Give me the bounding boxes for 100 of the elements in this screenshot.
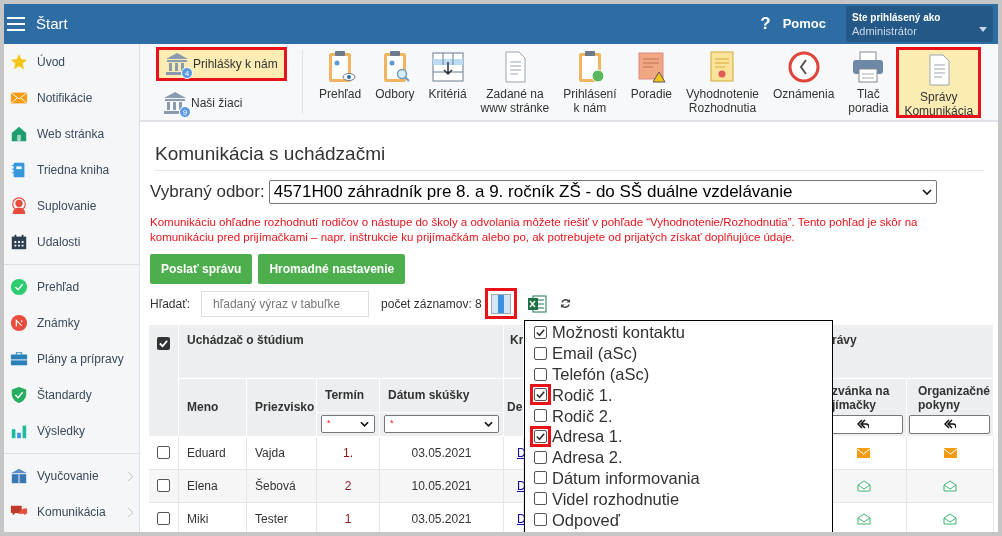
menu-icon[interactable] [7,17,25,31]
user-caption: Ste prihlásený ako [852,10,942,24]
sidebar-item[interactable]: Komunikácia [4,494,139,530]
spreadsheet-icon[interactable] [526,293,547,314]
person-icon [10,197,28,215]
field-label: Vybraný odbor: [150,181,265,203]
table-cell-text: 1. [343,444,353,462]
checkbox[interactable] [534,325,547,339]
sidebar-item[interactable]: Triedna kniha [4,152,139,188]
table-cell-text: Elena [187,477,218,495]
menu-item[interactable]: Adresa 2. [534,446,832,468]
column-group-header: Uchádzač o štúdium [187,332,304,347]
sidebar-item[interactable]: Výsledky [4,413,139,449]
sidebar-item[interactable]: Prehľad [4,269,139,305]
reply-all-icon [943,419,956,429]
calendar-icon [10,233,28,251]
toolbar-button[interactable]: Tlač poradia [842,44,895,120]
toolbar-button[interactable]: Poradie [624,44,678,120]
caret-icon [979,26,987,32]
help-link[interactable]: Pomoc [782,14,826,34]
notice-text: Komunikáciu ohľadne rozhodnutí rodičov o nástupe do školy a odvolania môžete riešiť v pohľade “Vyhodnotenie/Rozhodnutia”. Tento pohľad je skôr na komunikáciu pred prijímačkami – napr. inštrukcie ku prijímačkám alebo po, ak potrebujete od prijatých získať doplňujúce údaje. [150,214,919,245]
checkbox[interactable] [534,409,547,423]
select-all-checkbox[interactable] [157,336,170,350]
column-header: De [507,399,523,416]
check-circle-icon [10,278,28,296]
table-cell-text: 03.05.2021 [411,444,472,462]
checkbox[interactable] [534,388,547,402]
help-icon: ? [760,11,771,37]
column-group-header: rávy [832,332,857,347]
checkbox[interactable] [534,346,547,360]
table-cell-text: Šebová [255,477,296,495]
checkbox[interactable] [534,367,547,381]
checkbox[interactable] [534,492,547,506]
column-header: Dátum skúšky [388,387,470,404]
chevron-icon [128,471,133,481]
chevron-down-icon [360,421,369,427]
refresh-icon[interactable] [559,298,571,309]
toolbar-button[interactable]: Správy Komunikácia [896,47,982,118]
checkbox[interactable] [157,479,170,492]
toolbar-button[interactable]: Vyhodnotenie Rozhodnutia [680,44,765,120]
columns-button[interactable] [484,288,517,319]
filter-select[interactable]: * [384,415,499,433]
reply-all-icon [857,419,869,429]
sidebar-item[interactable]: Udalosti [4,224,139,260]
toolbar-button[interactable]: Kritériá [422,44,473,120]
table-cell-text: 10.05.2021 [411,477,472,495]
count-badge: 9 [179,106,191,119]
toolbar-button[interactable]: 4 Prihlášky k nám [156,47,287,81]
menu-item[interactable]: Možnosti kontaktu [534,322,832,343]
menu-item[interactable]: Telefón (aSc) [534,363,832,385]
table-cell-text: 1 [344,510,352,528]
record-count: počet záznamov: 8 [381,295,482,313]
shield-icon [10,386,28,404]
toolbar-button[interactable]: 9 Naši žiaci [156,86,250,120]
toolbar-button[interactable]: Prihlásení k nám [557,44,623,120]
book-icon [10,467,28,485]
checkbox[interactable] [534,471,547,485]
table-cell-text: Miki [187,510,209,528]
program-select[interactable]: 4571H00 záhradník pre 8. a 9. ročník ZŠ - do SŠ duálne vzdelávanie [268,179,937,204]
menu-item[interactable]: Dátum informovania [534,467,832,489]
sidebar-item[interactable]: Plány a prípravy [4,341,139,377]
chevron-down-icon [484,421,493,427]
checkbox[interactable] [157,512,170,525]
menu-item[interactable]: Rodič 2. [534,405,832,426]
toolbar-button[interactable]: Oznámenia [766,44,841,120]
table-cell-text: Tester [255,510,288,528]
menu-item[interactable]: Videl rozhodnutie [534,488,832,510]
filter-select[interactable]: * [321,415,375,433]
toolbar-button[interactable]: Zadané na www stránke [474,44,556,120]
chevron-icon [128,507,133,517]
sidebar-item[interactable]: Úvod [4,44,139,80]
envelope-icon [10,89,28,107]
column-group-header: Kr [510,332,523,347]
checkbox[interactable] [534,429,547,443]
column-header: Organizačné pokyny [918,383,990,412]
sidebar-item[interactable]: Suplovanie [4,188,139,224]
checkbox[interactable] [157,446,170,459]
sidebar-item[interactable]: Vyučovanie [4,458,139,494]
checkbox[interactable] [534,450,547,464]
user-name: Administrátor [852,23,918,38]
briefcase-icon [10,350,28,368]
house-icon [10,125,28,143]
sidebar-item[interactable]: Notifikácie [4,80,139,116]
sidebar-item[interactable]: Web stránka [4,116,139,152]
chevron-down-icon [921,188,932,195]
sidebar-item[interactable]: Štandardy [4,377,139,413]
page-title: Štart [36,13,68,34]
checkbox[interactable] [534,513,547,527]
toolbar-button[interactable]: Prehľad [313,44,368,120]
column-header: Termín [325,387,365,404]
column-header: Meno [187,399,219,416]
menu-item[interactable]: Email (aSc) [534,342,832,364]
table-cell-text: 2 [344,477,352,495]
toolbar-button[interactable]: Odbory [369,44,421,120]
star-icon [10,53,28,71]
user-menu[interactable]: Ste prihlásený ako Administrátor [846,6,993,42]
table-cell-text: Eduard [187,444,226,462]
search-field[interactable]: hľadaný výraz v tabuľke [201,290,370,317]
menu-item[interactable]: Odpoveď [534,509,832,530]
sidebar-item[interactable]: Známky [4,305,139,341]
